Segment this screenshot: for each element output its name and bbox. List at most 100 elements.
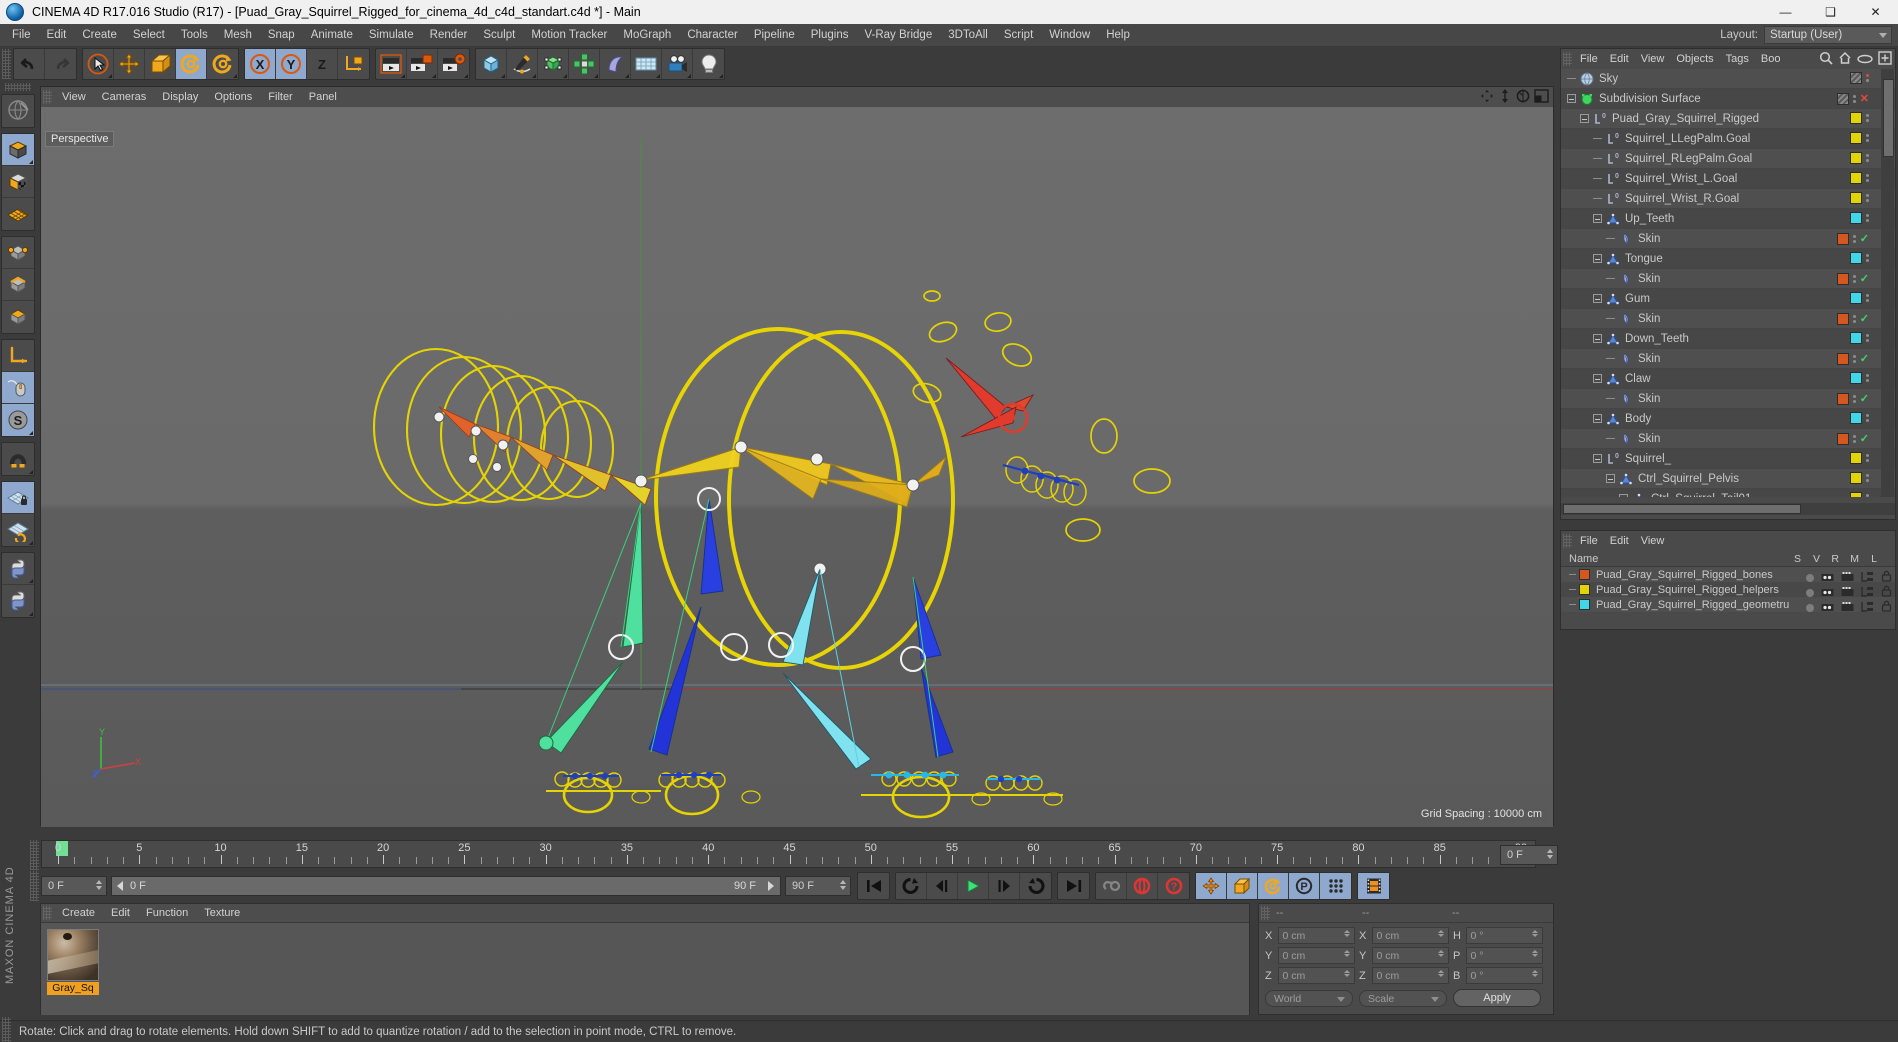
stepper-icon[interactable] [1532, 930, 1539, 943]
display-color-tag[interactable] [1850, 132, 1862, 144]
object-tree-row[interactable]: Ctrl_Squirrel_Pelvis [1561, 469, 1895, 489]
close-button[interactable]: ✕ [1853, 0, 1898, 24]
object-menu-boo[interactable]: Boo [1755, 49, 1787, 69]
object-axis-button[interactable] [2, 340, 34, 372]
search-icon[interactable] [1819, 51, 1833, 70]
material-manager-grip[interactable] [43, 906, 52, 920]
workplane-mode-button[interactable] [2, 198, 34, 230]
object-menu-file[interactable]: File [1574, 49, 1604, 69]
eye-icon[interactable] [1857, 52, 1873, 70]
menu-item-render[interactable]: Render [422, 24, 476, 46]
object-tree-row[interactable]: Skin ✓ [1561, 349, 1895, 369]
tree-expander-icon[interactable] [1593, 214, 1602, 223]
layer-visible-icon[interactable] [1821, 599, 1834, 617]
tree-expander-icon[interactable] [1593, 294, 1602, 303]
object-manager-grip[interactable] [1563, 52, 1572, 66]
material-menu-texture[interactable]: Texture [196, 904, 248, 923]
hatch-tag[interactable] [1836, 92, 1849, 105]
pan-icon[interactable] [1480, 89, 1494, 108]
menu-item-mograph[interactable]: MoGraph [615, 24, 679, 46]
position-z-field[interactable]: 0 cm [1277, 967, 1355, 984]
viewport-menu-options[interactable]: Options [206, 87, 260, 107]
object-tree-row[interactable]: Up_Teeth [1561, 209, 1895, 229]
object-visibility-dots[interactable] [1852, 354, 1856, 363]
object-tree-row[interactable]: 0 Squirrel_RLegPalm.Goal [1561, 149, 1895, 169]
stepper-icon[interactable] [1438, 930, 1445, 943]
object-visibility-dots[interactable] [1866, 174, 1869, 182]
object-tree-row[interactable]: Subdivision Surface ✕ [1561, 89, 1895, 109]
display-color-tag[interactable] [1850, 172, 1862, 184]
layer-menu-file[interactable]: File [1574, 531, 1604, 551]
object-tree-row[interactable]: 0 Squirrel_ [1561, 449, 1895, 469]
range-left-handle-icon[interactable] [117, 881, 123, 891]
camera-button[interactable] [662, 49, 693, 79]
object-visibility-dots[interactable] [1866, 254, 1869, 262]
object-visibility-dots[interactable] [1852, 274, 1856, 283]
stepper-icon[interactable] [96, 880, 103, 894]
object-tree-hscroll-thumb[interactable] [1563, 504, 1801, 514]
menu-item-snap[interactable]: Snap [260, 24, 303, 46]
coordinate-space-dropdown[interactable]: World [1265, 989, 1353, 1007]
layer-menu-edit[interactable]: Edit [1604, 531, 1635, 551]
undo-button[interactable] [14, 49, 45, 79]
key-param-button[interactable]: P [1289, 873, 1320, 899]
menu-item-3dtoall[interactable]: 3DToAll [940, 24, 996, 46]
object-tree-row[interactable]: Ctrl_Squirrel_Tail01 [1561, 489, 1895, 497]
material-list[interactable]: Gray_Sq [41, 923, 1249, 1015]
layer-menu-view[interactable]: View [1635, 531, 1671, 551]
autokey-link-button[interactable] [1096, 873, 1127, 899]
menu-item-v-ray-bridge[interactable]: V-Ray Bridge [856, 24, 940, 46]
viewport-menu-panel[interactable]: Panel [301, 87, 345, 107]
object-menu-view[interactable]: View [1635, 49, 1671, 69]
display-color-tag[interactable] [1850, 192, 1862, 204]
layer-solo-dot-icon[interactable] [1806, 604, 1814, 612]
display-color-tag[interactable] [1850, 472, 1862, 484]
layer-solo-dot-icon[interactable] [1806, 574, 1814, 582]
rotation-p-field[interactable]: 0 ° [1465, 947, 1543, 964]
key-position-button[interactable] [1196, 873, 1227, 899]
scene-floor-button[interactable] [631, 49, 662, 79]
menu-item-sculpt[interactable]: Sculpt [475, 24, 523, 46]
stepper-icon[interactable] [1344, 970, 1351, 983]
planar-workplane-button[interactable] [2, 514, 34, 546]
play-reverse-loop-button[interactable] [896, 873, 927, 899]
display-color-tag[interactable] [1850, 292, 1862, 304]
layer-row[interactable]: Puad_Gray_Squirrel_Rigged_geometru [1561, 597, 1895, 612]
step-forward-button[interactable] [989, 873, 1020, 899]
make-editable-button[interactable] [2, 95, 34, 127]
menu-item-create[interactable]: Create [74, 24, 125, 46]
maximize-button[interactable]: ❑ [1808, 0, 1853, 24]
menu-item-character[interactable]: Character [679, 24, 746, 46]
viewport-menu-display[interactable]: Display [154, 87, 206, 107]
size-y-field[interactable]: 0 cm [1371, 947, 1449, 964]
deformer-button[interactable] [600, 49, 631, 79]
home-icon[interactable] [1838, 51, 1852, 70]
object-visibility-dots[interactable] [1852, 434, 1856, 443]
coordinate-mode-dropdown[interactable]: Scale [1359, 989, 1447, 1007]
model-mode-button[interactable] [2, 134, 34, 166]
transport-grip[interactable] [30, 871, 39, 901]
menu-item-window[interactable]: Window [1041, 24, 1098, 46]
menu-item-mesh[interactable]: Mesh [216, 24, 260, 46]
world-axis-button[interactable] [338, 49, 369, 79]
object-menu-objects[interactable]: Objects [1670, 49, 1719, 69]
enable-axis-button[interactable] [2, 372, 34, 404]
display-color-tag[interactable] [1836, 312, 1849, 325]
size-z-field[interactable]: 0 cm [1371, 967, 1449, 984]
polygon-mode-button[interactable] [2, 301, 34, 333]
light-button[interactable] [693, 49, 724, 79]
tree-expander-icon[interactable] [1619, 494, 1628, 497]
step-back-button[interactable] [927, 873, 958, 899]
current-frame-field[interactable]: 0 F [41, 876, 107, 896]
object-visibility-dots[interactable] [1852, 234, 1856, 243]
magnet-snap-button[interactable] [2, 443, 34, 475]
material-menu-function[interactable]: Function [138, 904, 196, 923]
object-visibility-dots[interactable] [1866, 294, 1869, 302]
object-menu-tags[interactable]: Tags [1720, 49, 1755, 69]
tree-expander-icon[interactable] [1593, 254, 1602, 263]
layer-color-swatch[interactable] [1579, 569, 1590, 580]
render-view-button[interactable] [376, 49, 407, 79]
display-color-tag[interactable] [1850, 452, 1862, 464]
go-to-start-button[interactable] [858, 873, 889, 899]
object-tree-row[interactable]: Sky [1561, 69, 1895, 89]
